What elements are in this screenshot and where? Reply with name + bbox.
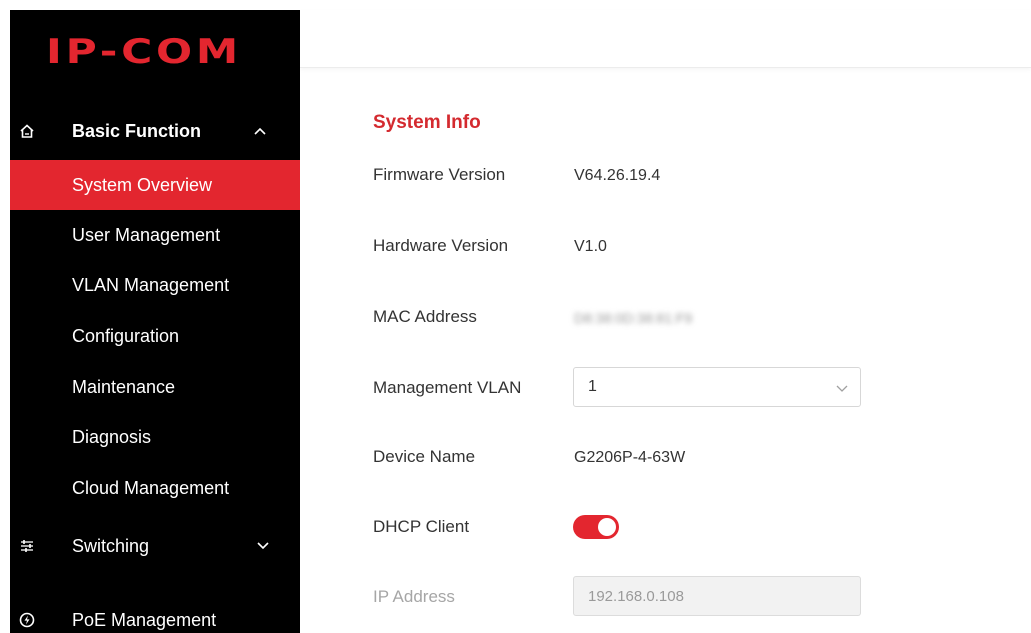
sidebar-item-label: User Management	[72, 224, 221, 245]
chevron-down-icon	[255, 538, 271, 554]
ip-address-label: IP Address	[373, 587, 455, 606]
sidebar-item-label: Diagnosis	[72, 426, 152, 447]
home-icon	[18, 122, 36, 140]
sidebar-item-label: VLAN Management	[72, 274, 230, 295]
device-name-value: G2206P-4-63W	[574, 449, 686, 466]
management-vlan-label: Management VLAN	[373, 378, 522, 397]
dhcp-client-toggle[interactable]	[573, 515, 619, 539]
hardware-version-label: Hardware Version	[373, 236, 509, 255]
ip-address-value: 192.168.0.108	[588, 587, 684, 605]
sliders-icon	[18, 537, 36, 555]
mac-address-label: MAC Address	[373, 307, 477, 326]
sidebar-item-user-management[interactable]: User Management	[10, 210, 300, 260]
mac-address-value: D8:38:0D:38:81:F9	[574, 310, 693, 326]
sidebar-section-label: Switching	[72, 535, 150, 556]
sidebar-item-label: System Overview	[72, 174, 213, 195]
sidebar-item-configuration[interactable]: Configuration	[10, 311, 300, 361]
sidebar-item-vlan-management[interactable]: VLAN Management	[10, 260, 300, 310]
sidebar-item-label: Configuration	[72, 325, 180, 346]
device-name-label: Device Name	[373, 447, 476, 466]
management-vlan-select[interactable]: 1	[573, 367, 861, 407]
sidebar-item-label: Maintenance	[72, 376, 176, 397]
app-root: IP-COM Basic Function System Overview Us…	[0, 0, 1031, 633]
chevron-up-icon	[252, 123, 268, 139]
sidebar-section-basic-function[interactable]: Basic Function	[10, 107, 300, 155]
sidebar-section-poe-management[interactable]: PoE Management	[10, 596, 300, 633]
sidebar-item-diagnosis[interactable]: Diagnosis	[10, 412, 300, 462]
sidebar-section-switching[interactable]: Switching	[10, 522, 300, 570]
sidebar-item-label: Cloud Management	[72, 477, 230, 498]
sidebar-item-maintenance[interactable]: Maintenance	[10, 362, 300, 412]
ip-com-logo: IP-COM	[46, 32, 242, 72]
firmware-version-label: Firmware Version	[373, 165, 506, 184]
ip-address-field: 192.168.0.108	[573, 576, 861, 616]
management-vlan-selected-value: 1	[588, 378, 597, 395]
sidebar-item-system-overview[interactable]: System Overview	[10, 160, 300, 210]
power-icon	[18, 611, 36, 629]
section-title: System Info	[373, 112, 481, 133]
top-bar	[300, 10, 1031, 68]
sidebar-section-label: Basic Function	[72, 120, 202, 141]
hardware-version-value: V1.0	[574, 238, 607, 255]
toggle-knob	[598, 518, 616, 536]
chevron-down-icon	[834, 380, 850, 396]
firmware-version-value: V64.26.19.4	[574, 167, 661, 184]
sidebar-section-label: PoE Management	[72, 609, 217, 630]
dhcp-client-label: DHCP Client	[373, 517, 470, 536]
sidebar-item-cloud-management[interactable]: Cloud Management	[10, 463, 300, 513]
sidebar: IP-COM Basic Function System Overview Us…	[10, 10, 300, 633]
